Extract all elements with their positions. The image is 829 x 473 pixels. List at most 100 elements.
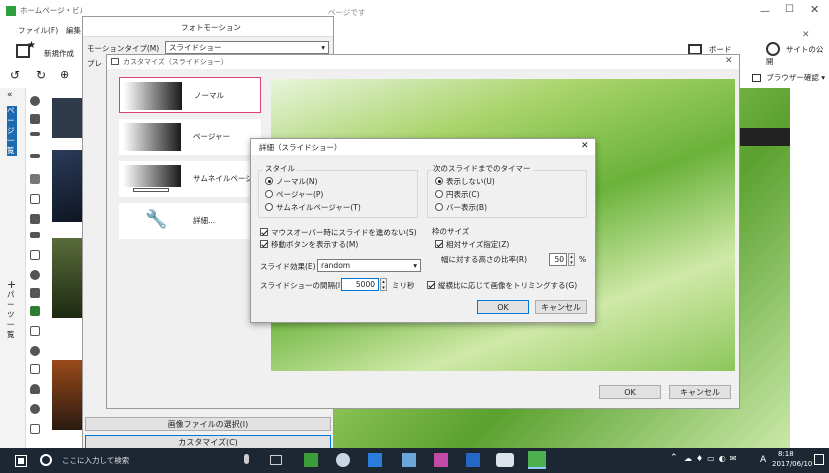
style-option-thumbnail[interactable]: サムネイルページャー(T) xyxy=(265,201,361,214)
width-ratio-input[interactable]: 50 xyxy=(549,253,567,266)
customize-titlebar: カスタマイズ（スライドショー） ✕ xyxy=(107,55,739,69)
hover-checkbox[interactable] xyxy=(260,228,268,236)
minimize-icon[interactable]: — xyxy=(760,6,770,17)
tray-icons[interactable]: ☁♦▭◐✉ xyxy=(684,454,758,466)
radio-timer-bar[interactable] xyxy=(435,203,443,211)
notification-icon[interactable] xyxy=(814,454,824,465)
zoom-icon[interactable]: ⊕ xyxy=(60,68,69,81)
image-icon[interactable] xyxy=(30,288,40,298)
select-image-button[interactable]: 画像ファイルの選択(I) xyxy=(85,417,331,431)
table-icon[interactable] xyxy=(30,250,40,260)
photo-motion-icon[interactable] xyxy=(30,306,40,316)
publish-button[interactable]: サイトの公開 xyxy=(766,42,828,66)
text-icon[interactable] xyxy=(30,132,40,136)
trim-checkbox[interactable] xyxy=(427,281,435,289)
mic-icon[interactable] xyxy=(244,454,249,464)
close-icon[interactable]: ✕ xyxy=(810,3,819,16)
detail-close-icon[interactable]: ✕ xyxy=(581,141,589,151)
thumbnail-1[interactable] xyxy=(52,98,86,138)
taskbar-app-1-icon[interactable] xyxy=(304,453,318,467)
list-icon[interactable] xyxy=(30,114,40,124)
pin-icon[interactable] xyxy=(30,346,40,356)
new-button[interactable]: 新規作成 xyxy=(44,48,74,59)
taskbar-app-2-icon[interactable] xyxy=(336,453,350,467)
timer-option-circle[interactable]: 円表示(C) xyxy=(435,188,480,201)
file-menu[interactable]: ファイル(F) xyxy=(18,25,58,36)
cortana-icon[interactable] xyxy=(40,454,52,466)
style-item-normal[interactable]: ノーマル xyxy=(119,77,261,113)
taskbar-app-7-icon[interactable] xyxy=(496,453,514,467)
hand-icon[interactable] xyxy=(30,424,40,434)
sidebar-label-pages[interactable]: ページ一覧 xyxy=(7,106,17,156)
nav-checkbox-row[interactable]: 移動ボタンを表示する(M) xyxy=(260,238,358,251)
film-icon[interactable] xyxy=(30,364,40,374)
radio-timer-circle[interactable] xyxy=(435,190,443,198)
timer-option-bar[interactable]: バー表示(B) xyxy=(435,201,487,214)
relative-size-row[interactable]: 相対サイズ指定(Z) xyxy=(435,238,509,251)
sidebar-label-parts[interactable]: パーツ一覧 xyxy=(7,290,17,340)
taskbar-app-3-icon[interactable] xyxy=(368,453,382,467)
thumbnail-3[interactable] xyxy=(52,238,86,318)
effect-select[interactable]: random ▾ xyxy=(317,259,421,272)
collapse-icon[interactable]: « xyxy=(7,90,13,100)
windows-start-icon[interactable] xyxy=(15,455,27,467)
tray-expand-icon[interactable]: ⌃ xyxy=(670,453,678,463)
info-icon[interactable] xyxy=(30,96,40,106)
thumbnail-4[interactable] xyxy=(52,360,86,430)
taskbar-search[interactable]: ここに入力して検索 xyxy=(62,455,129,466)
nav-checkbox[interactable] xyxy=(260,240,268,248)
task-view-icon[interactable] xyxy=(270,455,282,465)
detail-cancel-button[interactable]: キャンセル xyxy=(535,300,587,314)
align-icon[interactable] xyxy=(30,154,40,158)
circle-icon[interactable] xyxy=(30,270,40,280)
radio-timer-none[interactable] xyxy=(435,177,443,185)
customize-cancel-button[interactable]: キャンセル xyxy=(669,385,731,399)
interval-unit: ミリ秒 xyxy=(392,281,415,290)
interval-spinner[interactable]: ▴ ▾ xyxy=(380,278,387,291)
image-text-icon[interactable] xyxy=(30,174,40,184)
app-small-close-icon[interactable]: ✕ xyxy=(802,30,810,40)
taskbar-app-6-icon[interactable] xyxy=(466,453,480,467)
radio-pager[interactable] xyxy=(265,190,273,198)
edit-menu[interactable]: 編集 xyxy=(66,25,81,36)
person-icon[interactable] xyxy=(30,384,40,394)
style-item-normal-label: ノーマル xyxy=(194,91,224,100)
timer-option-none[interactable]: 表示しない(U) xyxy=(435,175,495,188)
style-item-thumbnail-pager[interactable]: サムネイルページャー xyxy=(119,161,267,197)
redo-icon[interactable]: ↻ xyxy=(36,68,46,82)
customize-ok-button[interactable]: OK xyxy=(599,385,661,399)
maximize-icon[interactable]: ☐ xyxy=(785,4,794,15)
width-ratio-spinner[interactable]: ▴ ▾ xyxy=(568,253,575,266)
customize-button[interactable]: カスタマイズ(C) xyxy=(85,435,331,449)
interval-input[interactable]: 5000 xyxy=(341,278,379,291)
undo-icon[interactable]: ↺ xyxy=(10,68,20,82)
taskbar-app-5-icon[interactable] xyxy=(434,453,448,467)
ae-icon[interactable] xyxy=(30,194,40,204)
grid-icon[interactable] xyxy=(30,326,40,336)
frame-group-title: 枠のサイズ xyxy=(432,227,470,236)
radio-normal[interactable] xyxy=(265,177,273,185)
style-item-pager[interactable]: ページャー xyxy=(119,119,261,155)
width-ratio-label: 幅に対する高さの比率(R) xyxy=(441,255,528,264)
paragraph-icon[interactable] xyxy=(30,214,40,224)
customize-close-icon[interactable]: ✕ xyxy=(725,56,733,66)
menu-icon[interactable] xyxy=(30,232,40,238)
style-option-normal[interactable]: ノーマル(N) xyxy=(265,175,317,188)
detail-ok-button[interactable]: OK xyxy=(477,300,529,314)
scroll-gutter xyxy=(790,88,829,448)
radio-thumbnail[interactable] xyxy=(265,203,273,211)
browser-check-button[interactable]: ブラウザー確認 ▾ xyxy=(752,72,829,86)
clock-time[interactable]: 8:18 xyxy=(778,450,794,458)
relative-size-checkbox[interactable] xyxy=(435,240,443,248)
thumbnail-2[interactable] xyxy=(52,150,86,222)
taskbar-app-8-icon[interactable] xyxy=(528,451,546,469)
taskbar-app-4-icon[interactable] xyxy=(402,453,416,467)
help-icon[interactable] xyxy=(30,404,40,414)
style-item-detail[interactable]: 🔧 詳細... xyxy=(119,203,261,239)
clock-date[interactable]: 2017/06/10 xyxy=(772,460,812,468)
style-option-pager[interactable]: ページャー(P) xyxy=(265,188,323,201)
ime-indicator[interactable]: A xyxy=(760,455,766,465)
motion-type-select[interactable]: スライドショー ▾ xyxy=(165,41,329,54)
trim-checkbox-row[interactable]: 縦横比に応じて画像をトリミングする(G) xyxy=(427,279,577,292)
star-icon: ★ xyxy=(27,40,36,51)
